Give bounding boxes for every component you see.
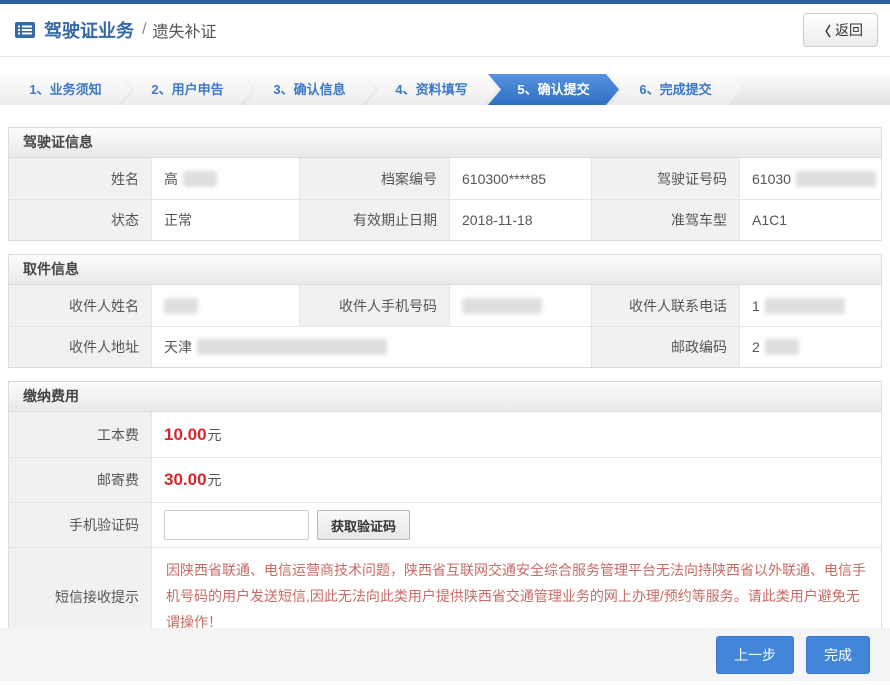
pickup-info-title: 取件信息: [9, 255, 881, 285]
step-5-confirm-submit[interactable]: 5、确认提交: [488, 74, 619, 105]
file-no-value: 610300****85: [449, 158, 591, 199]
recipient-name-value: [151, 285, 299, 326]
status-value: 正常: [151, 199, 299, 240]
recipient-name-label: 收件人姓名: [9, 285, 151, 326]
recipient-address-value: 天津: [151, 326, 591, 367]
production-fee-value: 10.00 元: [151, 412, 881, 457]
valid-until-label: 有效期止日期: [299, 199, 449, 240]
status-label: 状态: [9, 199, 151, 240]
sms-code-row: 获取验证码: [151, 502, 881, 547]
chevron-left-icon: 〈: [818, 21, 831, 40]
vehicle-type-value: A1C1: [739, 199, 881, 240]
recipient-phone-label: 收件人联系电话: [591, 285, 739, 326]
mailing-fee-label: 邮寄费: [9, 457, 151, 502]
valid-until-value: 2018-11-18: [449, 199, 591, 240]
redacted-block: [197, 339, 387, 355]
get-sms-code-button[interactable]: 获取验证码: [317, 510, 410, 540]
page-title: 驾驶证业务: [44, 17, 134, 43]
payment-section: 缴纳费用 工本费 10.00 元 邮寄费 30.00 元 手机验证码 获取验证码…: [8, 381, 882, 647]
back-button[interactable]: 〈 返回: [803, 13, 878, 47]
step-2-user-declaration[interactable]: 2、用户申告: [122, 74, 253, 105]
pickup-info-section: 取件信息 收件人姓名 收件人手机号码 收件人联系电话 1 收件人地址 天津 邮政…: [8, 254, 882, 368]
production-fee-unit: 元: [208, 425, 222, 445]
step-1-business-notice[interactable]: 1、业务须知: [0, 74, 131, 105]
postal-code-label: 邮政编码: [591, 326, 739, 367]
mailing-fee-value: 30.00 元: [151, 457, 881, 502]
step-4-fill-materials[interactable]: 4、资料填写: [366, 74, 497, 105]
license-info-title: 驾驶证信息: [9, 128, 881, 158]
step-navigation: 1、业务须知 2、用户申告 3、确认信息 4、资料填写 5、确认提交 6、完成提…: [0, 74, 890, 105]
name-value: 高: [151, 158, 299, 199]
redacted-block: [765, 298, 845, 314]
sms-code-label: 手机验证码: [9, 502, 151, 547]
production-fee-amount: 10.00: [164, 425, 207, 445]
license-no-value: 61030: [739, 158, 881, 199]
license-no-label: 驾驶证号码: [591, 158, 739, 199]
redacted-block: [183, 171, 217, 187]
redacted-block: [164, 298, 198, 314]
back-button-label: 返回: [835, 20, 863, 40]
redacted-block: [765, 339, 799, 355]
recipient-address-label: 收件人地址: [9, 326, 151, 367]
breadcrumb-separator: /: [142, 21, 146, 39]
recipient-phone-value: 1: [739, 285, 881, 326]
file-no-label: 档案编号: [299, 158, 449, 199]
sms-code-input[interactable]: [164, 510, 309, 540]
license-info-section: 驾驶证信息 姓名 高 档案编号 610300****85 驾驶证号码 61030…: [8, 127, 882, 241]
breadcrumb-current: 遗失补证: [152, 18, 216, 42]
list-icon: [14, 21, 36, 39]
step-6-complete-submit[interactable]: 6、完成提交: [610, 74, 741, 105]
postal-code-value: 2: [739, 326, 881, 367]
page-header: 驾驶证业务 / 遗失补证 〈 返回: [0, 4, 890, 57]
footer-action-bar: 上一步 完成: [0, 628, 890, 681]
step-3-confirm-info[interactable]: 3、确认信息: [244, 74, 375, 105]
mailing-fee-unit: 元: [208, 470, 222, 490]
production-fee-label: 工本费: [9, 412, 151, 457]
recipient-mobile-value: [449, 285, 591, 326]
recipient-mobile-label: 收件人手机号码: [299, 285, 449, 326]
name-label: 姓名: [9, 158, 151, 199]
redacted-block: [462, 298, 542, 314]
payment-title: 缴纳费用: [9, 382, 881, 412]
mailing-fee-amount: 30.00: [164, 470, 207, 490]
finish-button[interactable]: 完成: [806, 636, 870, 674]
previous-step-button[interactable]: 上一步: [716, 636, 794, 674]
vehicle-type-label: 准驾车型: [591, 199, 739, 240]
redacted-block: [796, 171, 876, 187]
